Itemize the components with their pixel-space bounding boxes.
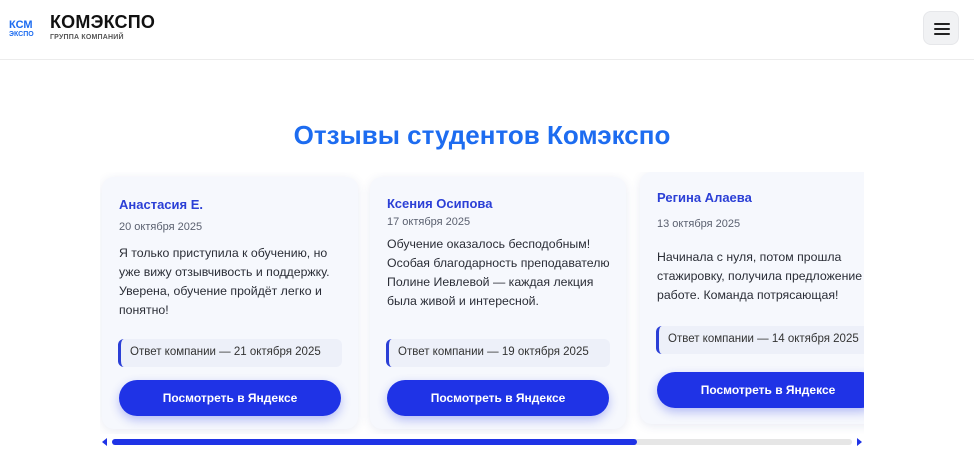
review-author: Анастасия Е. [119, 197, 203, 212]
review-date: 17 октября 2025 [387, 216, 471, 228]
review-date: 13 октября 2025 [657, 218, 741, 230]
review-card: Анастасия Е. 20 октября 2025 Я только пр… [102, 177, 358, 429]
review-text: Начинала с нуля, потом прошла стажировку… [657, 250, 864, 302]
company-reply: Ответ компании — 21 октября 2025 [118, 339, 342, 367]
brand-subtitle: ГРУППА КОМПАНИЙ [50, 34, 124, 41]
svg-text:ЭКСПО: ЭКСПО [9, 31, 34, 38]
review-author: Регина Алаева [657, 190, 752, 205]
hamburger-menu-icon [934, 23, 950, 25]
section-title: Отзывы студентов Комэкспо [293, 120, 671, 150]
scrollbar-thumb[interactable] [112, 439, 637, 445]
view-on-yandex-button[interactable]: Посмотреть в Яндексе [387, 380, 609, 416]
view-on-yandex-button[interactable]: Посмотреть в Яндексе [657, 372, 864, 408]
svg-text:КСМ: КСМ [9, 19, 33, 31]
review-author: Ксения Осипова [387, 196, 493, 211]
review-card: Ксения Осипова 17 октября 2025 Обучение … [370, 177, 626, 429]
view-on-yandex-button[interactable]: Посмотреть в Яндексе [119, 380, 341, 416]
review-text: Обучение оказалось бесподобным! Особая б… [387, 237, 610, 308]
company-reply: Ответ компании — 19 октября 2025 [386, 339, 610, 367]
company-reply: Ответ компании — 14 октября 2025 [656, 326, 864, 354]
review-card: Регина Алаева 13 октября 2025 Начинала с… [640, 172, 864, 424]
scroll-right-arrow-icon[interactable] [857, 438, 862, 446]
komexpo-logo[interactable]: КСМ ЭКСПО [9, 17, 39, 39]
review-date: 20 октября 2025 [119, 221, 203, 233]
site-header: КСМ ЭКСПО КОМЭКСПО ГРУППА КОМПАНИЙ [0, 0, 974, 60]
scroll-left-arrow-icon[interactable] [102, 438, 107, 446]
hamburger-menu-button[interactable] [923, 11, 959, 45]
reviews-carousel[interactable]: Анастасия Е. 20 октября 2025 Я только пр… [100, 172, 864, 434]
review-text: Я только приступила к обучению, но уже в… [119, 246, 330, 317]
horizontal-scrollbar[interactable] [112, 439, 852, 445]
brand-name[interactable]: КОМЭКСПО [50, 12, 155, 33]
